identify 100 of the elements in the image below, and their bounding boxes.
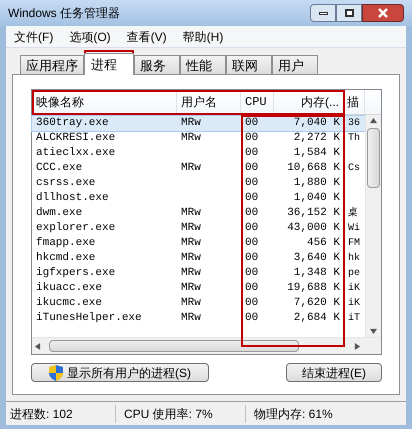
minimize-button[interactable]: [310, 4, 336, 22]
table-cell-text: 桌: [347, 206, 359, 221]
menu-item[interactable]: 选项(O): [69, 28, 111, 46]
menu-item[interactable]: 帮助(H): [182, 28, 224, 46]
tab[interactable]: 进程: [84, 53, 134, 75]
table-cell-text: 7,620 K: [292, 296, 341, 311]
table-cell-text: 00: [244, 221, 260, 236]
scrollbar-thumb[interactable]: [367, 128, 380, 188]
scroll-up-icon: [370, 117, 377, 124]
table-cell-text: Cs: [347, 162, 362, 176]
table-cell-text: atieclxx.exe: [35, 146, 116, 161]
column-header[interactable]: CPU: [241, 90, 274, 114]
table-cell-text: 00: [244, 161, 260, 176]
table-cell-text: 00: [244, 296, 260, 311]
process-row[interactable]: dllhost.exe 00 1,040 K: [32, 191, 365, 206]
vertical-scrollbar[interactable]: [365, 115, 381, 337]
status-text: 进程数: 102: [6, 404, 116, 422]
menu-item[interactable]: 查看(V): [126, 28, 167, 46]
table-cell-text: iK: [347, 282, 362, 296]
table-cell-text: 456 K: [306, 236, 341, 251]
table-cell-text: 2,272 K: [292, 131, 341, 146]
end-process-button[interactable]: 结束进程(E): [286, 363, 382, 382]
table-cell-text: MRw: [180, 116, 202, 131]
table-cell-text: 1,040 K: [292, 191, 341, 206]
table-cell-text: 00: [244, 251, 260, 266]
table-cell-text: MRw: [180, 311, 202, 326]
table-cell-text: MRw: [180, 266, 202, 281]
table-cell-text: dllhost.exe: [35, 191, 110, 206]
table-cell-text: MRw: [180, 281, 202, 296]
process-row[interactable]: csrss.exe 00 1,880 K: [32, 176, 365, 191]
table-cell-text: 00: [244, 236, 260, 251]
table-cell-text: iTunesHelper.exe: [35, 311, 143, 326]
shield-icon: [49, 364, 63, 380]
table-cell-text: iT: [347, 312, 362, 326]
table-cell-text: 1,880 K: [292, 176, 341, 191]
table-cell-text: MRw: [180, 236, 202, 251]
tab[interactable]: 应用程序: [20, 55, 84, 74]
table-cell-text: FM: [347, 237, 362, 251]
process-row[interactable]: ikuacc.exe MRw 00 19,688 K iK: [32, 281, 365, 296]
process-row[interactable]: dwm.exe MRw 00 36,152 K 桌: [32, 206, 365, 221]
table-cell-text: explorer.exe: [35, 221, 116, 236]
menu-item[interactable]: 文件(F): [14, 28, 54, 46]
table-cell-text: hkcmd.exe: [35, 251, 96, 266]
tab[interactable]: 性能: [180, 55, 226, 74]
table-cell-text: Wi: [347, 222, 362, 236]
table-cell-text: 00: [244, 176, 260, 191]
table-cell-text: ALCKRESI.exe: [35, 131, 116, 146]
table-cell-text: pe: [347, 267, 362, 281]
show-all-processes-button[interactable]: 显示所有用户的进程(S): [31, 363, 209, 382]
table-cell-text: ikucmc.exe: [35, 296, 104, 311]
table-cell-text: csrss.exe: [35, 176, 96, 191]
close-icon: [378, 8, 388, 18]
tab[interactable]: 联网: [226, 55, 272, 74]
table-cell-text: 00: [244, 206, 260, 221]
close-button[interactable]: [362, 4, 404, 22]
table-cell-text: 36,152 K: [286, 206, 341, 221]
table-cell-text: Th: [347, 132, 362, 146]
scroll-down-icon: [370, 328, 377, 335]
table-cell-text: MRw: [180, 161, 202, 176]
column-header[interactable]: 描: [344, 90, 365, 114]
tab[interactable]: 用户: [272, 55, 318, 74]
table-cell-text: dwm.exe: [35, 206, 84, 221]
table-cell-text: 2,684 K: [292, 311, 341, 326]
process-row[interactable]: atieclxx.exe 00 1,584 K: [32, 146, 365, 161]
process-row[interactable]: fmapp.exe MRw 00 456 K FM: [32, 236, 365, 251]
process-row[interactable]: hkcmd.exe MRw 00 3,640 K hk: [32, 251, 365, 266]
table-cell-text: fmapp.exe: [35, 236, 96, 251]
table-cell-text: 7,040 K: [292, 116, 341, 131]
process-row[interactable]: 360tray.exe MRw 00 7,040 K 36: [32, 116, 365, 131]
column-header[interactable]: 映像名称: [32, 90, 177, 114]
table-cell-text: 1,348 K: [292, 266, 341, 281]
table-cell-text: 19,688 K: [286, 281, 341, 296]
scroll-right-icon: [354, 342, 361, 350]
table-cell-text: igfxpers.exe: [35, 266, 116, 281]
column-header[interactable]: 用户名: [177, 90, 241, 114]
table-cell-text: 00: [244, 116, 260, 131]
horizontal-scrollbar[interactable]: [32, 337, 381, 354]
table-cell-text: iK: [347, 296, 362, 311]
table-cell-text: 00: [244, 266, 260, 281]
process-row[interactable]: CCC.exe MRw 00 10,668 K Cs: [32, 161, 365, 176]
tab[interactable]: 服务: [134, 55, 180, 74]
process-row[interactable]: ALCKRESI.exe MRw 00 2,272 K Th: [32, 131, 365, 146]
maximize-button[interactable]: [336, 4, 362, 22]
table-cell-text: 00: [244, 281, 260, 296]
column-header[interactable]: 内存(...: [274, 90, 344, 114]
process-row[interactable]: iTunesHelper.exe MRw 00 2,684 K iT: [32, 311, 365, 326]
process-row[interactable]: igfxpers.exe MRw 00 1,348 K pe: [32, 266, 365, 281]
table-cell-text: 36: [347, 117, 362, 131]
table-cell-text: 00: [244, 131, 260, 146]
status-text: CPU 使用率: 7%: [116, 404, 246, 422]
table-cell-text: MRw: [180, 131, 202, 146]
table-cell-text: ikuacc.exe: [35, 281, 104, 296]
table-cell-text: CCC.exe: [35, 161, 84, 176]
scrollbar-thumb[interactable]: [49, 340, 299, 352]
process-row[interactable]: ikucmc.exe MRw 00 7,620 K iK: [32, 296, 365, 311]
process-row[interactable]: explorer.exe MRw 00 43,000 K Wi: [32, 221, 365, 236]
status-text: 物理内存: 61%: [253, 406, 334, 422]
table-cell-text: 10,668 K: [286, 161, 341, 176]
table-cell-text: MRw: [180, 251, 202, 266]
table-cell-text: MRw: [180, 296, 202, 311]
